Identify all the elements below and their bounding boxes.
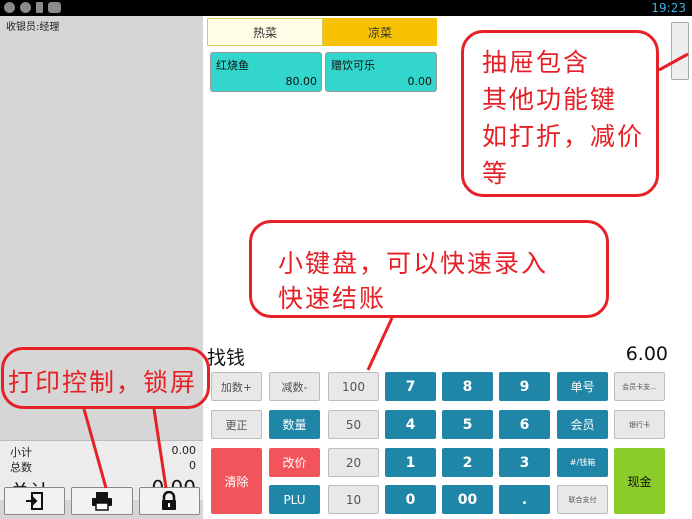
print-arrow [82, 408, 108, 489]
keypad-arrow [366, 317, 394, 371]
drawer-arrow [658, 52, 689, 72]
annotation-arrows [82, 52, 689, 489]
lock-arrow [152, 408, 168, 489]
